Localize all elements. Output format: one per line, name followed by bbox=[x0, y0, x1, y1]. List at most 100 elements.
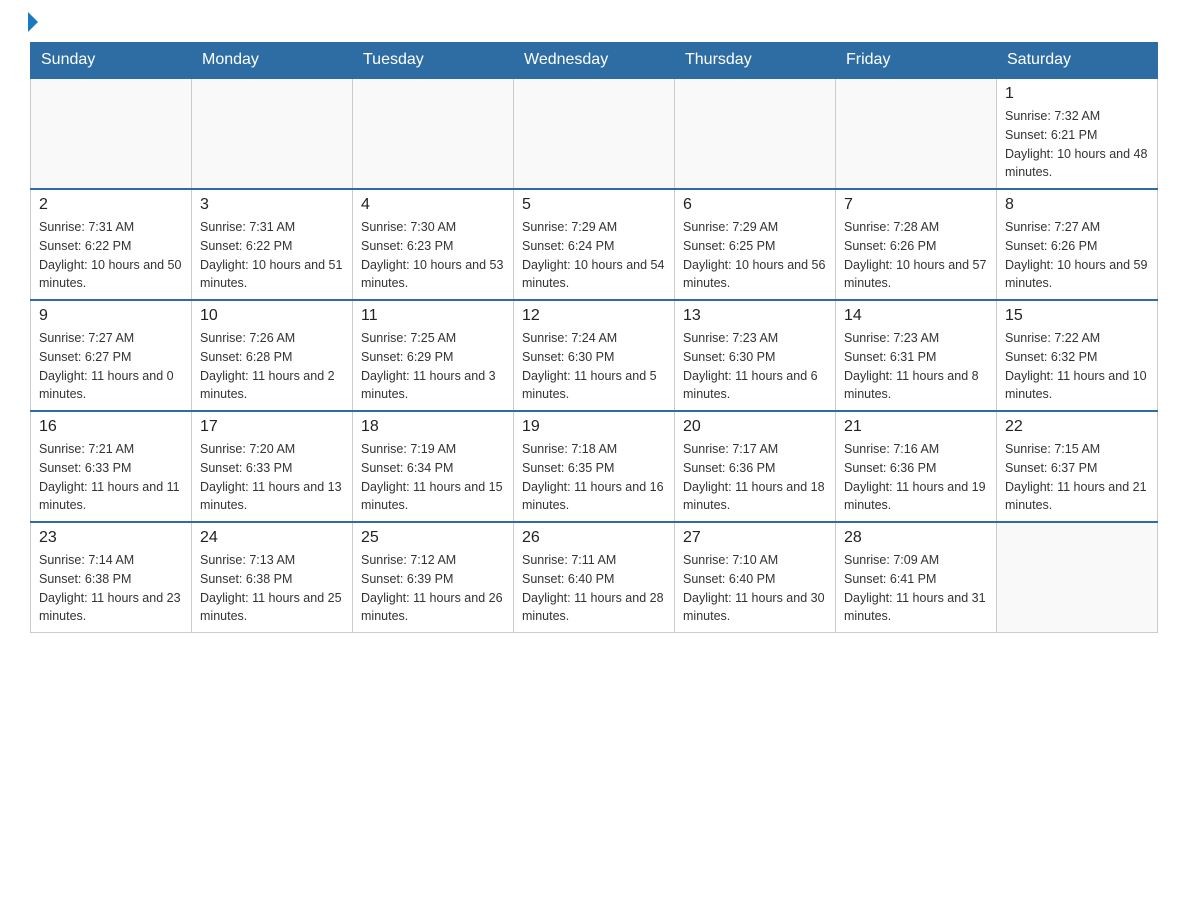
calendar-cell: 6 Sunrise: 7:29 AMSunset: 6:25 PMDaylight… bbox=[675, 189, 836, 300]
day-number: 3 bbox=[200, 196, 344, 214]
calendar-cell: 7 Sunrise: 7:28 AMSunset: 6:26 PMDaylight… bbox=[836, 189, 997, 300]
day-number: 17 bbox=[200, 418, 344, 436]
day-info: Sunrise: 7:25 AMSunset: 6:29 PMDaylight:… bbox=[361, 329, 505, 404]
day-info: Sunrise: 7:18 AMSunset: 6:35 PMDaylight:… bbox=[522, 440, 666, 515]
day-number: 7 bbox=[844, 196, 988, 214]
day-info: Sunrise: 7:27 AMSunset: 6:26 PMDaylight:… bbox=[1005, 218, 1149, 293]
calendar-header-row: SundayMondayTuesdayWednesdayThursdayFrid… bbox=[31, 43, 1158, 79]
calendar-cell bbox=[997, 522, 1158, 633]
day-number: 11 bbox=[361, 307, 505, 325]
day-info: Sunrise: 7:29 AMSunset: 6:24 PMDaylight:… bbox=[522, 218, 666, 293]
calendar-cell: 20 Sunrise: 7:17 AMSunset: 6:36 PMDayligh… bbox=[675, 411, 836, 522]
day-number: 27 bbox=[683, 529, 827, 547]
calendar-header-tuesday: Tuesday bbox=[353, 43, 514, 79]
calendar-cell: 10 Sunrise: 7:26 AMSunset: 6:28 PMDayligh… bbox=[192, 300, 353, 411]
calendar-header-saturday: Saturday bbox=[997, 43, 1158, 79]
day-info: Sunrise: 7:23 AMSunset: 6:30 PMDaylight:… bbox=[683, 329, 827, 404]
day-number: 18 bbox=[361, 418, 505, 436]
day-number: 6 bbox=[683, 196, 827, 214]
day-info: Sunrise: 7:21 AMSunset: 6:33 PMDaylight:… bbox=[39, 440, 183, 515]
calendar-cell: 25 Sunrise: 7:12 AMSunset: 6:39 PMDayligh… bbox=[353, 522, 514, 633]
calendar-header-sunday: Sunday bbox=[31, 43, 192, 79]
day-info: Sunrise: 7:16 AMSunset: 6:36 PMDaylight:… bbox=[844, 440, 988, 515]
day-info: Sunrise: 7:15 AMSunset: 6:37 PMDaylight:… bbox=[1005, 440, 1149, 515]
calendar-cell: 5 Sunrise: 7:29 AMSunset: 6:24 PMDaylight… bbox=[514, 189, 675, 300]
day-number: 22 bbox=[1005, 418, 1149, 436]
day-info: Sunrise: 7:17 AMSunset: 6:36 PMDaylight:… bbox=[683, 440, 827, 515]
day-number: 16 bbox=[39, 418, 183, 436]
calendar-cell: 21 Sunrise: 7:16 AMSunset: 6:36 PMDayligh… bbox=[836, 411, 997, 522]
day-number: 2 bbox=[39, 196, 183, 214]
calendar-cell bbox=[192, 78, 353, 189]
calendar-week-row: 2 Sunrise: 7:31 AMSunset: 6:22 PMDaylight… bbox=[31, 189, 1158, 300]
day-number: 10 bbox=[200, 307, 344, 325]
day-info: Sunrise: 7:24 AMSunset: 6:30 PMDaylight:… bbox=[522, 329, 666, 404]
calendar-cell: 23 Sunrise: 7:14 AMSunset: 6:38 PMDayligh… bbox=[31, 522, 192, 633]
calendar-cell: 12 Sunrise: 7:24 AMSunset: 6:30 PMDayligh… bbox=[514, 300, 675, 411]
day-number: 19 bbox=[522, 418, 666, 436]
calendar-cell: 22 Sunrise: 7:15 AMSunset: 6:37 PMDayligh… bbox=[997, 411, 1158, 522]
calendar-cell: 15 Sunrise: 7:22 AMSunset: 6:32 PMDayligh… bbox=[997, 300, 1158, 411]
day-number: 8 bbox=[1005, 196, 1149, 214]
calendar-cell: 26Sunrise: 7:11 AMSunset: 6:40 PMDayligh… bbox=[514, 522, 675, 633]
day-number: 28 bbox=[844, 529, 988, 547]
day-info: Sunrise: 7:13 AMSunset: 6:38 PMDaylight:… bbox=[200, 551, 344, 626]
day-info: Sunrise: 7:31 AMSunset: 6:22 PMDaylight:… bbox=[39, 218, 183, 293]
calendar-cell: 18 Sunrise: 7:19 AMSunset: 6:34 PMDayligh… bbox=[353, 411, 514, 522]
calendar-week-row: 1 Sunrise: 7:32 AMSunset: 6:21 PMDaylight… bbox=[31, 78, 1158, 189]
calendar-cell: 14Sunrise: 7:23 AMSunset: 6:31 PMDayligh… bbox=[836, 300, 997, 411]
day-number: 25 bbox=[361, 529, 505, 547]
calendar-cell bbox=[836, 78, 997, 189]
calendar-cell: 2 Sunrise: 7:31 AMSunset: 6:22 PMDaylight… bbox=[31, 189, 192, 300]
calendar-cell: 28 Sunrise: 7:09 AMSunset: 6:41 PMDayligh… bbox=[836, 522, 997, 633]
day-number: 12 bbox=[522, 307, 666, 325]
calendar-header-monday: Monday bbox=[192, 43, 353, 79]
calendar-cell: 8 Sunrise: 7:27 AMSunset: 6:26 PMDaylight… bbox=[997, 189, 1158, 300]
day-info: Sunrise: 7:20 AMSunset: 6:33 PMDaylight:… bbox=[200, 440, 344, 515]
logo-arrow-icon bbox=[28, 12, 38, 32]
calendar-cell: 3 Sunrise: 7:31 AMSunset: 6:22 PMDaylight… bbox=[192, 189, 353, 300]
calendar-cell bbox=[31, 78, 192, 189]
day-info: Sunrise: 7:10 AMSunset: 6:40 PMDaylight:… bbox=[683, 551, 827, 626]
calendar-week-row: 23 Sunrise: 7:14 AMSunset: 6:38 PMDayligh… bbox=[31, 522, 1158, 633]
calendar-header-friday: Friday bbox=[836, 43, 997, 79]
day-info: Sunrise: 7:27 AMSunset: 6:27 PMDaylight:… bbox=[39, 329, 183, 404]
day-info: Sunrise: 7:30 AMSunset: 6:23 PMDaylight:… bbox=[361, 218, 505, 293]
day-number: 15 bbox=[1005, 307, 1149, 325]
day-info: Sunrise: 7:09 AMSunset: 6:41 PMDaylight:… bbox=[844, 551, 988, 626]
day-info: Sunrise: 7:14 AMSunset: 6:38 PMDaylight:… bbox=[39, 551, 183, 626]
logo bbox=[30, 20, 38, 32]
day-number: 13 bbox=[683, 307, 827, 325]
calendar-cell: 19 Sunrise: 7:18 AMSunset: 6:35 PMDayligh… bbox=[514, 411, 675, 522]
calendar-cell: 16 Sunrise: 7:21 AMSunset: 6:33 PMDayligh… bbox=[31, 411, 192, 522]
calendar-cell: 13 Sunrise: 7:23 AMSunset: 6:30 PMDayligh… bbox=[675, 300, 836, 411]
day-number: 21 bbox=[844, 418, 988, 436]
day-number: 1 bbox=[1005, 85, 1149, 103]
day-info: Sunrise: 7:12 AMSunset: 6:39 PMDaylight:… bbox=[361, 551, 505, 626]
calendar-cell: 11 Sunrise: 7:25 AMSunset: 6:29 PMDayligh… bbox=[353, 300, 514, 411]
calendar-cell: 9 Sunrise: 7:27 AMSunset: 6:27 PMDaylight… bbox=[31, 300, 192, 411]
day-info: Sunrise: 7:22 AMSunset: 6:32 PMDaylight:… bbox=[1005, 329, 1149, 404]
day-info: Sunrise: 7:19 AMSunset: 6:34 PMDaylight:… bbox=[361, 440, 505, 515]
calendar-cell: 1 Sunrise: 7:32 AMSunset: 6:21 PMDaylight… bbox=[997, 78, 1158, 189]
calendar-cell: 27 Sunrise: 7:10 AMSunset: 6:40 PMDayligh… bbox=[675, 522, 836, 633]
calendar-table: SundayMondayTuesdayWednesdayThursdayFrid… bbox=[30, 42, 1158, 633]
day-number: 9 bbox=[39, 307, 183, 325]
calendar-week-row: 16 Sunrise: 7:21 AMSunset: 6:33 PMDayligh… bbox=[31, 411, 1158, 522]
day-number: 26 bbox=[522, 529, 666, 547]
day-info: Sunrise: 7:26 AMSunset: 6:28 PMDaylight:… bbox=[200, 329, 344, 404]
day-info: Sunrise: 7:32 AMSunset: 6:21 PMDaylight:… bbox=[1005, 107, 1149, 182]
day-number: 23 bbox=[39, 529, 183, 547]
day-number: 20 bbox=[683, 418, 827, 436]
day-number: 14 bbox=[844, 307, 988, 325]
calendar-header-thursday: Thursday bbox=[675, 43, 836, 79]
calendar-week-row: 9 Sunrise: 7:27 AMSunset: 6:27 PMDaylight… bbox=[31, 300, 1158, 411]
day-info: Sunrise: 7:28 AMSunset: 6:26 PMDaylight:… bbox=[844, 218, 988, 293]
calendar-cell bbox=[675, 78, 836, 189]
day-info: Sunrise: 7:29 AMSunset: 6:25 PMDaylight:… bbox=[683, 218, 827, 293]
day-info: Sunrise: 7:31 AMSunset: 6:22 PMDaylight:… bbox=[200, 218, 344, 293]
page-header bbox=[30, 20, 1158, 32]
calendar-cell bbox=[353, 78, 514, 189]
day-number: 5 bbox=[522, 196, 666, 214]
calendar-cell: 24Sunrise: 7:13 AMSunset: 6:38 PMDayligh… bbox=[192, 522, 353, 633]
